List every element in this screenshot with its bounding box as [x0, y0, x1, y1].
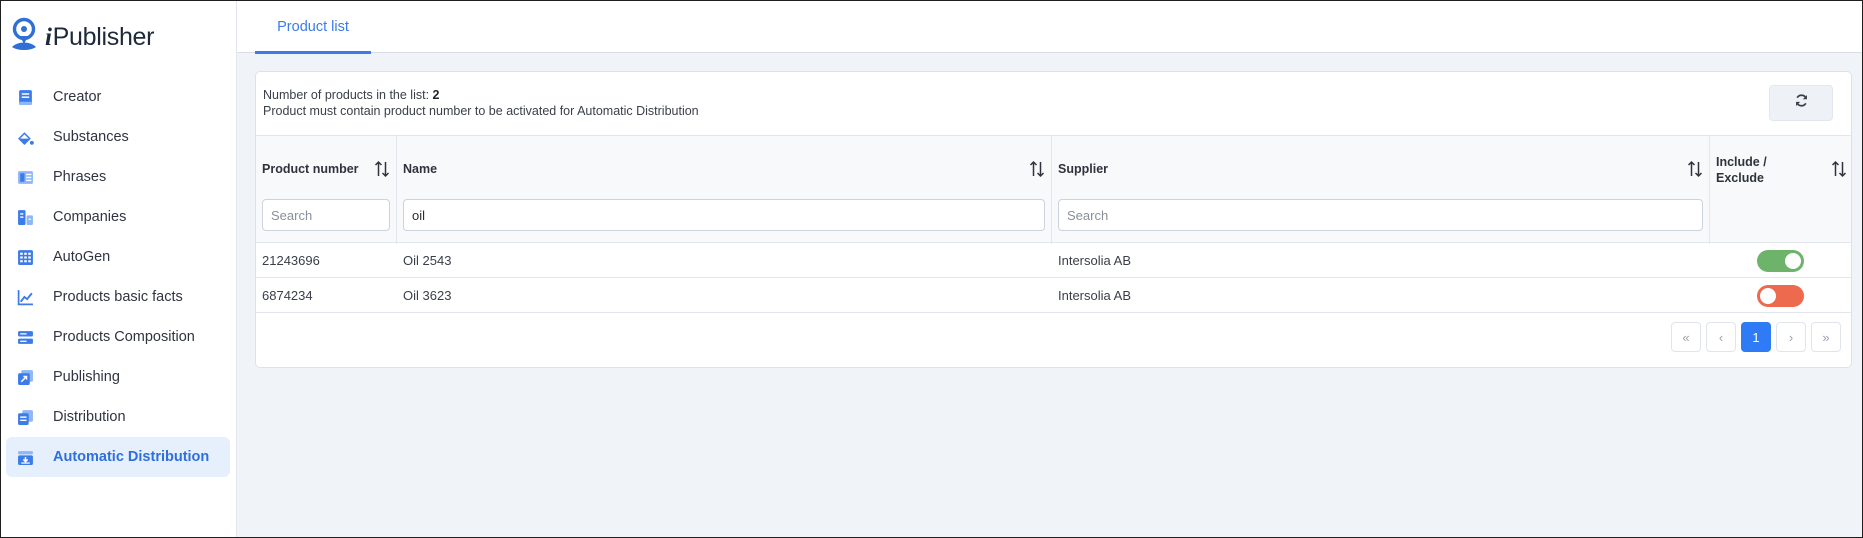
inbox-download-icon [16, 448, 34, 466]
column-include-exclude: Include / Exclude [1710, 136, 1851, 244]
sort-icon[interactable] [374, 160, 390, 178]
sidebar-item-substances[interactable]: Substances [6, 117, 230, 157]
sidebar-item-distribution[interactable]: Distribution [6, 397, 230, 437]
sidebar-item-label: Products Composition [53, 329, 195, 345]
app-name: iPublisher [45, 22, 155, 51]
sidebar-item-label: Substances [53, 129, 129, 145]
pagination: « ‹ 1 › » [1671, 322, 1841, 354]
include-toggle[interactable] [1757, 250, 1804, 272]
main-content: Product list Number of products in the l… [237, 1, 1862, 537]
sidebar-item-label: Automatic Distribution [53, 449, 210, 465]
table-row[interactable]: 6874234 Oil 3623 Intersolia AB [256, 278, 1851, 313]
supplier-search-input[interactable] [1058, 199, 1703, 231]
sort-icon[interactable] [1831, 160, 1847, 178]
flask-icon [16, 128, 34, 146]
sidebar-item-label: AutoGen [53, 249, 111, 265]
page-button-current[interactable]: 1 [1741, 322, 1771, 352]
buildings-icon [16, 208, 34, 226]
sidebar-item-label: Publishing [53, 369, 120, 385]
cell-product-number: 6874234 [262, 288, 313, 303]
chart-line-icon [16, 288, 34, 306]
table-row[interactable]: 21243696 Oil 2543 Intersolia AB [256, 243, 1851, 278]
toggle-knob [1785, 253, 1801, 269]
sidebar-item-label: Phrases [53, 169, 107, 185]
sidebar-item-creator[interactable]: Creator [6, 77, 230, 117]
sidebar: iPublisher Creator Substances Phrases Co… [1, 1, 237, 537]
sidebar-item-label: Products basic facts [53, 289, 183, 305]
cell-product-number: 21243696 [262, 253, 320, 268]
product-number-search-input[interactable] [262, 199, 390, 231]
sidebar-item-label: Companies [53, 209, 127, 225]
product-list-card: Number of products in the list: 2 Produc… [255, 71, 1852, 368]
share-icon [16, 368, 34, 386]
book-icon [16, 88, 34, 106]
sidebar-item-products-composition[interactable]: Products Composition [6, 317, 230, 357]
column-product-number: Product number [256, 136, 397, 244]
sidebar-item-phrases[interactable]: Phrases [6, 157, 230, 197]
sidebar-nav: Creator Substances Phrases Companies Aut… [6, 77, 230, 477]
tab-bar: Product list [237, 1, 1862, 54]
sidebar-item-companies[interactable]: Companies [6, 197, 230, 237]
first-page-button[interactable]: « [1671, 322, 1701, 352]
refresh-icon [1794, 93, 1809, 113]
sidebar-item-products-basic-facts[interactable]: Products basic facts [6, 277, 230, 317]
app-logo[interactable]: iPublisher [9, 17, 155, 58]
sidebar-item-label: Creator [53, 89, 102, 105]
cell-supplier: Intersolia AB [1058, 288, 1131, 303]
product-count-value: 2 [432, 88, 440, 102]
distribution-note: Product must contain product number to b… [263, 104, 699, 118]
sidebar-item-automatic-distribution[interactable]: Automatic Distribution [6, 437, 230, 477]
cell-name: Oil 3623 [403, 288, 452, 303]
column-supplier: Supplier [1052, 136, 1710, 244]
column-name: Name [397, 136, 1052, 244]
sidebar-item-label: Distribution [53, 409, 126, 425]
cell-supplier: Intersolia AB [1058, 253, 1131, 268]
include-toggle[interactable] [1757, 285, 1804, 307]
sidebar-item-publishing[interactable]: Publishing [6, 357, 230, 397]
app-window: iPublisher Creator Substances Phrases Co… [0, 0, 1863, 538]
logo-icon [9, 17, 39, 58]
sort-icon[interactable] [1687, 160, 1703, 178]
list-icon [16, 168, 34, 186]
toggle-knob [1760, 288, 1776, 304]
sidebar-item-autogen[interactable]: AutoGen [6, 237, 230, 277]
sort-icon[interactable] [1029, 160, 1045, 178]
copy-icon [16, 408, 34, 426]
grid-icon [16, 248, 34, 266]
last-page-button[interactable]: » [1811, 322, 1841, 352]
refresh-button[interactable] [1769, 85, 1833, 121]
list-header: Number of products in the list: 2 Produc… [256, 72, 1851, 135]
layers-icon [16, 328, 34, 346]
product-count: Number of products in the list: 2 [263, 88, 440, 102]
tab-product-list[interactable]: Product list [255, 1, 371, 54]
next-page-button[interactable]: › [1776, 322, 1806, 352]
table-body: 21243696 Oil 2543 Intersolia AB 6874234 … [256, 243, 1851, 313]
cell-name: Oil 2543 [403, 253, 452, 268]
table-header: Product number Name Supplier [256, 135, 1851, 244]
name-search-input[interactable] [403, 199, 1045, 231]
prev-page-button[interactable]: ‹ [1706, 322, 1736, 352]
